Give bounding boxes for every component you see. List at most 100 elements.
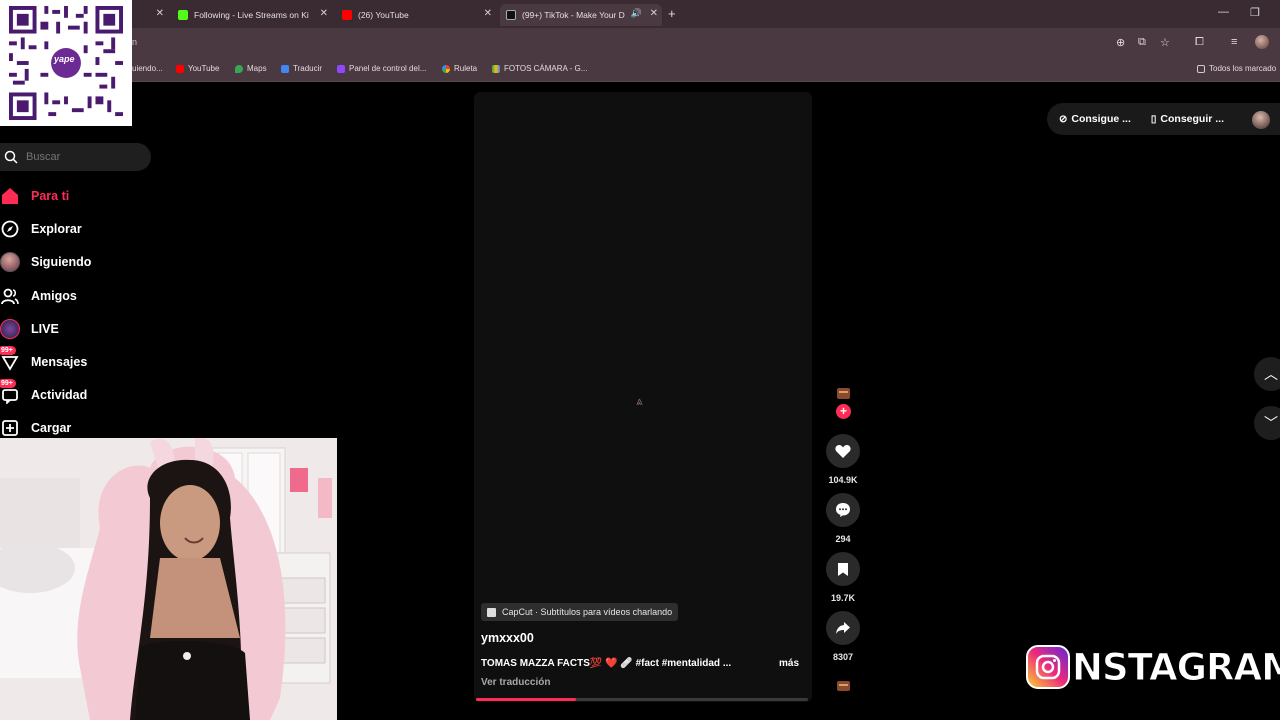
bookmark-maps[interactable]: Maps: [235, 64, 267, 73]
nav-label: Explorar: [31, 222, 82, 236]
heart-icon: [835, 444, 851, 458]
maps-icon: [235, 64, 243, 73]
media-control-icon[interactable]: ≡: [1231, 36, 1237, 48]
phone-icon: ▯: [1150, 113, 1157, 125]
creator-avatar[interactable]: [837, 388, 850, 399]
search-icon: [4, 150, 18, 164]
bookmark-star-icon[interactable]: ☆: [1160, 36, 1170, 49]
bookmark-fotos[interactable]: FOTOS CÁMARA - G...: [492, 64, 587, 73]
tab-tiktok[interactable]: (99+) TikTok - Make Your D 🔊 ✕: [500, 4, 662, 26]
friends-icon: [0, 286, 20, 306]
streamer-webcam-image: [0, 438, 337, 720]
coin-icon: ⊘: [1059, 113, 1068, 125]
url-text[interactable]: n: [132, 37, 137, 47]
get-coins-button[interactable]: ⊘ Consigue ...: [1059, 113, 1131, 125]
nav-label: Actividad: [31, 388, 88, 402]
live-icon: [0, 319, 20, 339]
next-video-button[interactable]: ﹀: [1254, 406, 1280, 440]
comment-button[interactable]: [826, 493, 860, 527]
restore-icon[interactable]: ❐: [1250, 6, 1260, 19]
close-icon[interactable]: ✕: [156, 8, 164, 19]
previous-video-button[interactable]: ︿: [1254, 357, 1280, 391]
speaker-icon[interactable]: 🔊: [631, 8, 642, 19]
close-icon[interactable]: ✕: [320, 8, 328, 19]
get-app-label: Conseguir ...: [1160, 113, 1225, 125]
share-button[interactable]: [826, 611, 860, 645]
tab-kick[interactable]: Following - Live Streams on Ki ✕: [172, 4, 332, 26]
like-button[interactable]: [826, 434, 860, 468]
comment-icon: [836, 503, 850, 517]
nav-actividad[interactable]: 99+ Actividad: [0, 379, 88, 407]
notification-badge: 99+: [0, 379, 16, 388]
more-button[interactable]: más: [779, 658, 799, 669]
tab-youtube[interactable]: (26) YouTube ✕: [336, 4, 496, 26]
folder-icon: [1197, 64, 1205, 73]
bookmark-ruleta[interactable]: Ruleta: [442, 64, 477, 73]
translate-link[interactable]: Ver traducción: [481, 677, 550, 688]
extensions-icon[interactable]: ⧠: [1195, 36, 1204, 49]
nav-label: Siguiendo: [31, 255, 92, 269]
search-input[interactable]: [26, 151, 136, 163]
tiktok-favicon-icon: [506, 10, 516, 20]
tab-label: Following - Live Streams on Ki: [194, 10, 309, 20]
nav-live[interactable]: LIVE: [0, 317, 59, 341]
comment-count: 294: [835, 534, 851, 544]
close-icon[interactable]: ✕: [484, 8, 492, 19]
bookmark-traducir[interactable]: Traducir: [281, 64, 322, 73]
bookmark-panel[interactable]: Panel de control del...: [337, 64, 426, 73]
tab-label: (26) YouTube: [358, 10, 409, 20]
close-icon[interactable]: ✕: [650, 8, 658, 19]
zoom-icon[interactable]: ⊕: [1116, 36, 1125, 49]
capcut-label: CapCut · Subtítulos para vídeos charland…: [502, 607, 673, 617]
search-bar[interactable]: [0, 143, 151, 171]
drive-icon: [492, 64, 500, 73]
install-app-icon[interactable]: ⧉: [1138, 36, 1146, 49]
nav-label: Amigos: [31, 289, 77, 303]
twitch-icon: [337, 64, 345, 73]
compass-icon: [0, 219, 20, 239]
get-coins-label: Consigue ...: [1071, 113, 1131, 125]
share-icon: [836, 622, 850, 634]
video-description: TOMAS MAZZA FACTS💯 ❤️ 🩹 #fact #mentalida…: [481, 658, 732, 669]
profile-avatar[interactable]: [1255, 35, 1269, 49]
nav-label: LIVE: [31, 322, 59, 336]
home-icon: [0, 186, 20, 206]
chevron-down-icon: ﹀: [1264, 415, 1278, 431]
nav-label: Mensajes: [31, 355, 88, 369]
share-count: 8307: [832, 652, 854, 662]
user-avatar[interactable]: [1252, 111, 1270, 129]
activity-icon: 99+: [0, 379, 20, 405]
video-progress-bar[interactable]: [476, 698, 808, 701]
video-author[interactable]: ymxxx00: [481, 631, 534, 645]
top-right-actions: ⊘ Consigue ... ▯ Conseguir ...: [1047, 103, 1280, 135]
capcut-anchor-link[interactable]: CapCut · Subtítulos para vídeos charland…: [481, 603, 679, 621]
like-count: 104.9K: [828, 475, 858, 485]
bookmark-item[interactable]: uiendo...: [132, 64, 163, 73]
bookmarks-bar: uiendo... YouTube Maps Traducir Panel de…: [0, 58, 1280, 82]
minimize-icon[interactable]: —: [1218, 6, 1229, 18]
save-count: 19.7K: [830, 593, 856, 603]
nav-amigos[interactable]: Amigos: [0, 284, 77, 308]
nav-siguiendo[interactable]: Siguiendo: [0, 250, 91, 274]
bookmark-youtube[interactable]: YouTube: [176, 64, 219, 73]
save-button[interactable]: [826, 552, 860, 586]
nav-para-ti[interactable]: Para ti: [0, 184, 69, 208]
address-bar: n ⊕ ⧉ ☆ ⧠ ≡: [0, 28, 1280, 58]
qr-brand-label: yape: [54, 54, 75, 64]
nav-label: Cargar: [31, 421, 72, 435]
loading-icon: ⩓: [636, 394, 643, 408]
music-disc-icon[interactable]: [837, 681, 850, 691]
yape-qr-code: yape: [0, 0, 132, 126]
tab-label: (99+) TikTok - Make Your D: [522, 10, 625, 20]
get-app-button[interactable]: ▯ Conseguir ...: [1151, 113, 1224, 125]
nav-mensajes[interactable]: 99+ Mensajes: [0, 346, 88, 374]
new-tab-icon[interactable]: +: [668, 6, 676, 21]
tab-partial[interactable]: ✕: [132, 4, 168, 26]
webcam-overlay: [0, 438, 337, 720]
nav-cargar[interactable]: Cargar: [0, 416, 71, 440]
all-bookmarks[interactable]: Todos los marcado: [1197, 64, 1276, 73]
nav-explorar[interactable]: Explorar: [0, 217, 82, 241]
instagram-text: NSTAGRAM: [1072, 645, 1280, 689]
progress-fill: [476, 698, 576, 701]
follow-plus-icon[interactable]: +: [836, 404, 851, 419]
